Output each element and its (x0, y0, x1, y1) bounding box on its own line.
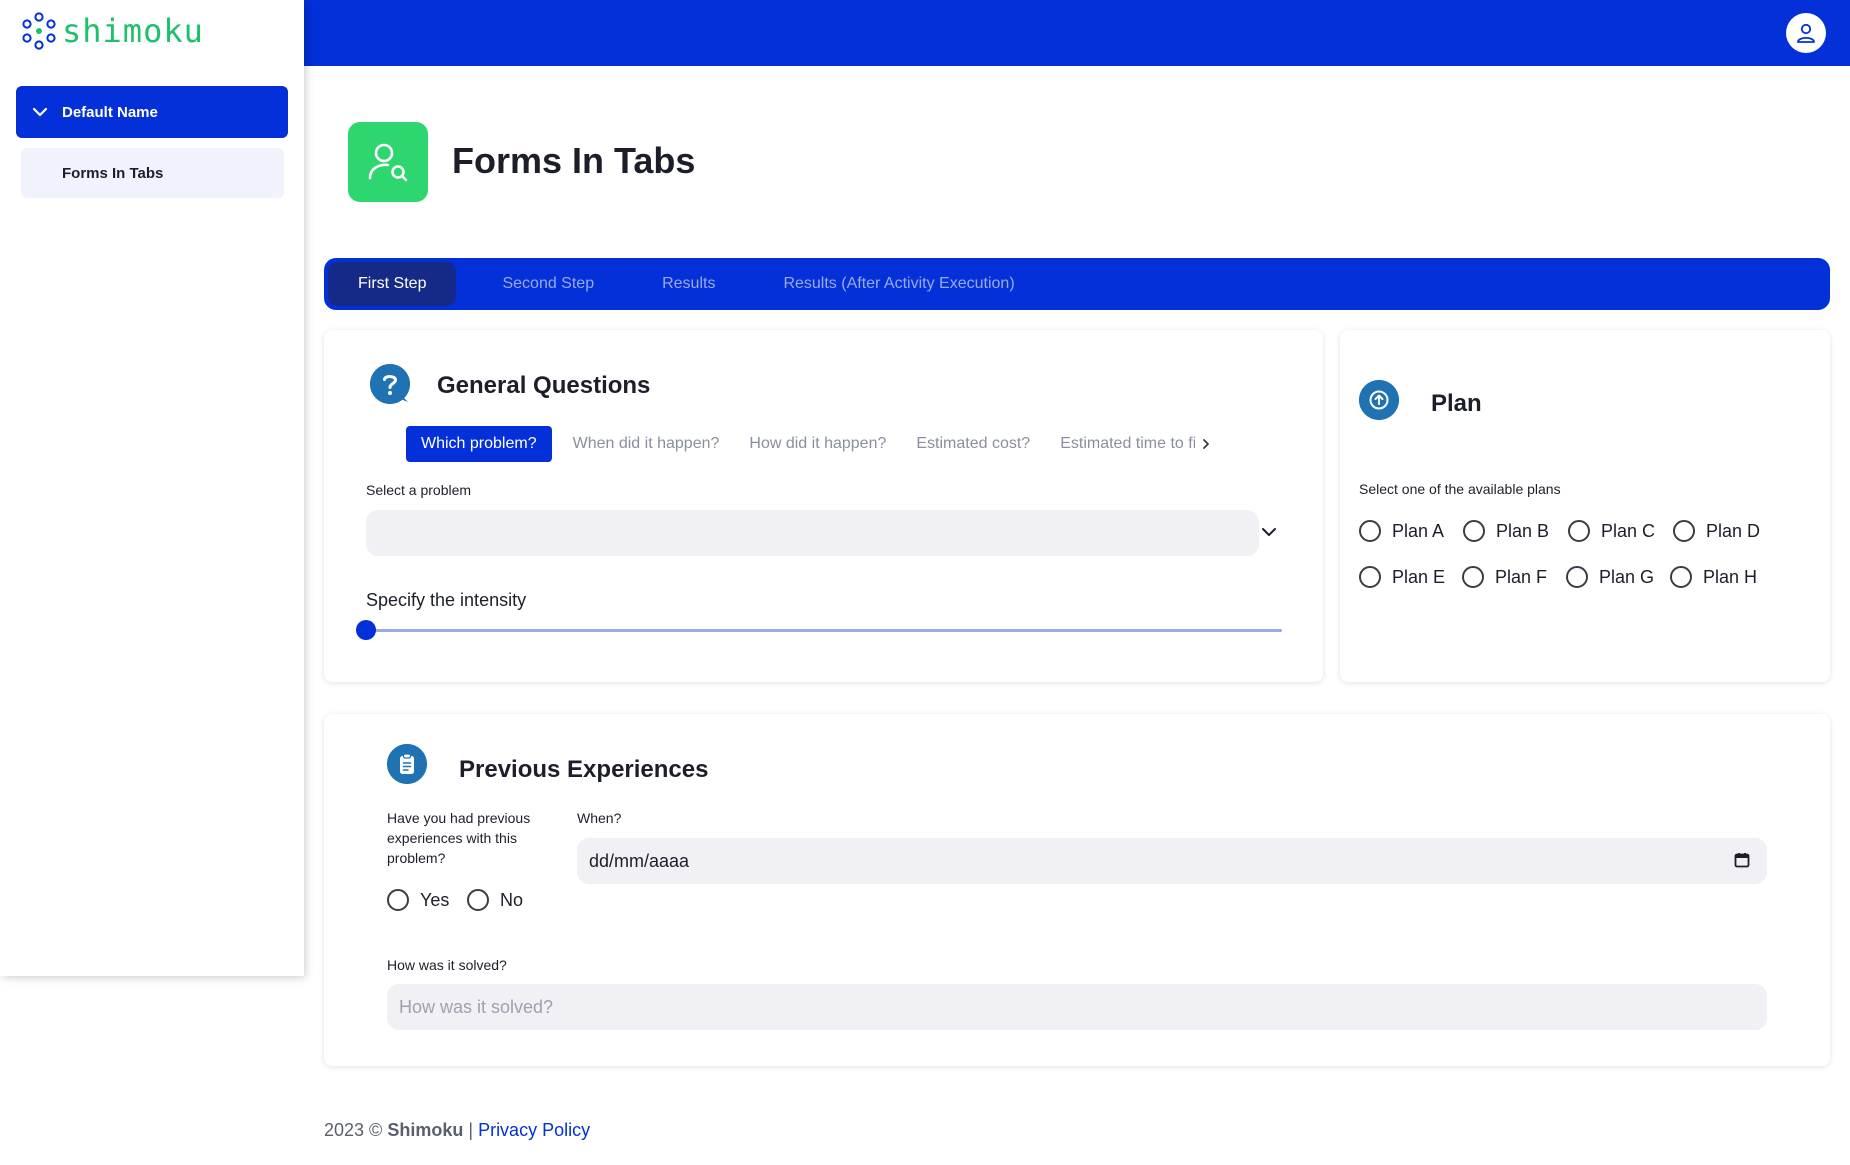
no-radio[interactable]: No (467, 889, 523, 911)
previous-experiences-card: Previous Experiences Have you had previo… (324, 714, 1830, 1066)
radio-circle (1359, 520, 1381, 542)
plan-select-label: Select one of the available plans (1359, 481, 1561, 497)
plan-a-radio[interactable]: Plan A (1359, 520, 1463, 542)
date-placeholder: dd/mm/aaaa (589, 850, 690, 871)
problem-select[interactable] (366, 510, 1259, 556)
tab-second-step[interactable]: Second Step (472, 262, 624, 306)
intensity-slider-track[interactable] (366, 629, 1282, 632)
general-questions-title: General Questions (437, 372, 651, 399)
general-questions-icon-wrap (370, 364, 410, 404)
plan-a-label: Plan A (1392, 520, 1445, 541)
plan-icon-wrap (1359, 380, 1399, 420)
shimoku-logo-icon (22, 12, 56, 50)
radio-circle (387, 889, 409, 911)
plan-title: Plan (1431, 390, 1482, 417)
plan-f-radio[interactable]: Plan F (1462, 566, 1566, 588)
sidebar-item-label: Forms In Tabs (62, 164, 164, 182)
chevron-down-icon (32, 107, 48, 117)
when-label: When? (577, 810, 622, 826)
previous-experiences-title: Previous Experiences (459, 756, 709, 783)
tab-results[interactable]: Results (632, 262, 745, 306)
page-icon (348, 122, 428, 202)
footer: 2023 © Shimoku | Privacy Policy (324, 1120, 590, 1141)
question-subtabs: Which problem? When did it happen? How d… (406, 426, 1213, 462)
sidebar-group-default-name[interactable]: Default Name (16, 86, 288, 138)
logo[interactable]: shimoku (22, 12, 204, 50)
intensity-slider-thumb[interactable] (356, 620, 376, 640)
privacy-policy-link[interactable]: Privacy Policy (478, 1120, 590, 1140)
plan-g-label: Plan G (1599, 566, 1655, 587)
question-bubble-icon (370, 364, 410, 404)
sidebar: shimoku Default Name Forms In Tabs (0, 0, 304, 976)
plan-d-label: Plan D (1706, 520, 1761, 541)
subtab-when-did-it-happen[interactable]: When did it happen? (558, 426, 735, 462)
logo-text: shimoku (62, 12, 204, 50)
plan-c-label: Plan C (1601, 520, 1656, 541)
tab-first-step[interactable]: First Step (328, 262, 457, 306)
previous-experiences-icon-wrap (387, 744, 427, 784)
subtab-which-problem[interactable]: Which problem? (406, 426, 552, 462)
footer-separator: | (468, 1120, 474, 1140)
solved-placeholder: How was it solved? (399, 996, 554, 1017)
yes-radio[interactable]: Yes (387, 889, 467, 911)
plan-e-radio[interactable]: Plan E (1359, 566, 1462, 588)
subtab-estimated-cost[interactable]: Estimated cost? (901, 426, 1045, 462)
solved-label: How was it solved? (387, 957, 507, 973)
clipboard-icon (387, 744, 427, 784)
main-tabs: First Step Second Step Results Results (… (324, 258, 1830, 310)
radio-circle (1673, 520, 1695, 542)
chevron-down-icon[interactable] (1261, 524, 1277, 540)
user-search-icon (368, 143, 408, 182)
user-avatar-button[interactable] (1786, 13, 1826, 53)
radio-circle (1566, 566, 1588, 588)
footer-brand: Shimoku (387, 1120, 464, 1140)
yes-label: Yes (420, 889, 450, 910)
calendar-icon[interactable] (1733, 851, 1751, 869)
arrow-up-circle-icon (1359, 380, 1399, 420)
radio-circle (1568, 520, 1590, 542)
previous-experience-radio-row: Yes No (387, 889, 523, 911)
sidebar-group-label: Default Name (62, 103, 158, 121)
previous-experience-question: Have you had previous experiences with t… (387, 810, 531, 866)
sidebar-item-forms-in-tabs[interactable]: Forms In Tabs (21, 148, 284, 198)
footer-copyright: 2023 © (324, 1120, 383, 1140)
radio-circle (1359, 566, 1381, 588)
plan-h-radio[interactable]: Plan H (1670, 566, 1757, 588)
radio-circle (1462, 566, 1484, 588)
no-label: No (500, 889, 524, 910)
plan-e-label: Plan E (1392, 566, 1446, 587)
subtab-how-did-it-happen[interactable]: How did it happen? (734, 426, 901, 462)
plan-b-radio[interactable]: Plan B (1463, 520, 1568, 542)
top-bar (304, 0, 1850, 66)
radio-circle (1463, 520, 1485, 542)
solved-input[interactable]: How was it solved? (387, 984, 1767, 1030)
tab-results-after-activity[interactable]: Results (After Activity Execution) (753, 262, 1044, 306)
plan-c-radio[interactable]: Plan C (1568, 520, 1673, 542)
plan-d-radio[interactable]: Plan D (1673, 520, 1760, 542)
intensity-label: Specify the intensity (366, 590, 527, 610)
general-questions-card: General Questions Which problem? When di… (324, 330, 1323, 682)
subtab-estimated-time[interactable]: Estimated time to fi (1045, 426, 1195, 462)
plan-g-radio[interactable]: Plan G (1566, 566, 1670, 588)
select-problem-label: Select a problem (366, 482, 472, 498)
when-date-input[interactable]: dd/mm/aaaa (577, 838, 1767, 884)
plan-radio-row-2: Plan E Plan F Plan G Plan H (1359, 566, 1757, 588)
plan-b-label: Plan B (1496, 520, 1550, 541)
chevron-right-icon[interactable] (1199, 437, 1213, 451)
radio-circle (467, 889, 489, 911)
plan-card: Plan Select one of the available plans P… (1340, 330, 1830, 682)
plan-f-label: Plan F (1495, 566, 1548, 587)
plan-radio-row-1: Plan A Plan B Plan C Plan D (1359, 520, 1760, 542)
radio-circle (1670, 566, 1692, 588)
user-icon (1797, 23, 1815, 43)
plan-h-label: Plan H (1703, 566, 1758, 587)
page-title: Forms In Tabs (452, 140, 696, 181)
